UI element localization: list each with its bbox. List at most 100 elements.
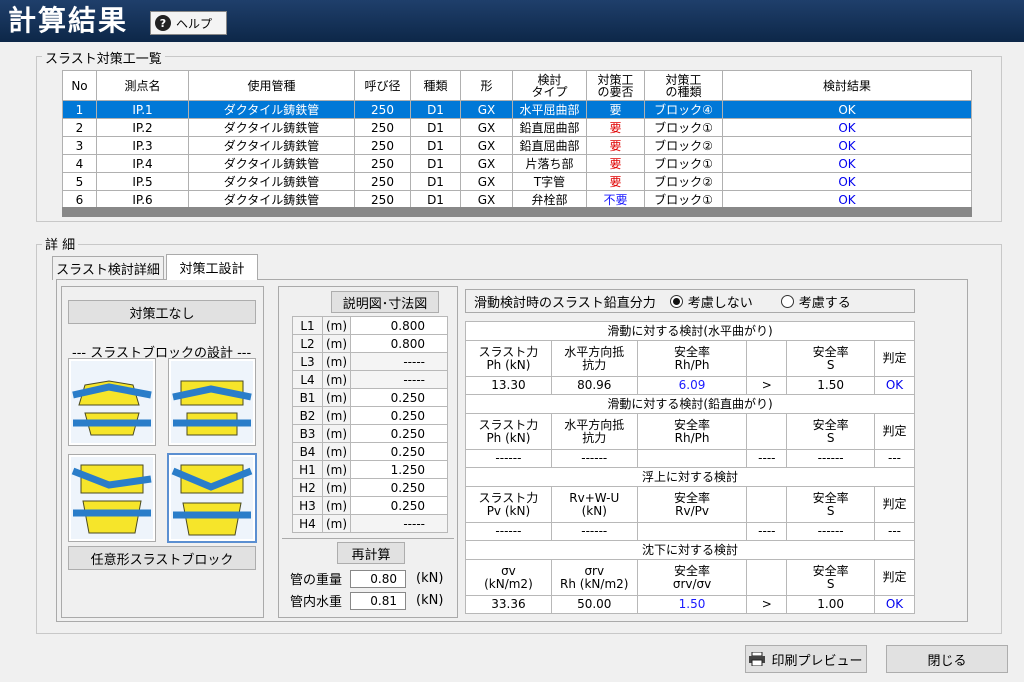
table-cell: ブロック② <box>644 136 723 155</box>
check-col-header <box>746 413 788 450</box>
table-cell: 250 <box>354 118 411 137</box>
check-section-row: 沈下に対する検討 <box>465 540 915 560</box>
dimension-name: L4 <box>292 370 323 389</box>
check-value: 50.00 <box>550 595 638 614</box>
diagram-button[interactable]: 説明図･寸法図 <box>331 291 439 313</box>
check-value: ------ <box>550 522 638 541</box>
water-weight-unit: (kN) <box>416 593 444 608</box>
table-cell: ダクタイル鋳鉄管 <box>188 154 355 173</box>
table-cell: 要 <box>586 172 645 191</box>
no-measure-button[interactable]: 対策工なし <box>68 300 256 324</box>
dimension-value[interactable]: 0.250 <box>350 406 448 425</box>
pipe-weight-field[interactable]: 0.80 <box>350 569 407 588</box>
check-value: 6.09 <box>636 376 748 395</box>
dimension-unit: (m) <box>322 334 351 353</box>
print-preview-button[interactable]: 印刷プレビュー <box>745 645 867 673</box>
dimension-row: B4 (m) 0.250 <box>292 442 448 461</box>
list-col-header: 検討 タイプ <box>512 70 587 101</box>
table-cell: 要 <box>586 118 645 137</box>
check-results-table: 滑動に対する検討(水平曲がり) スラスト力 Ph (kN) 水平方向抵 抗力 安全率 … <box>465 321 915 614</box>
dimension-unit: (m) <box>322 442 351 461</box>
dimension-row: B2 (m) 0.250 <box>292 406 448 425</box>
block-option-2[interactable] <box>168 358 256 446</box>
detail-group-label: 詳 細 <box>42 234 79 253</box>
title-bar: 計算結果 ? ヘルプ <box>0 0 1024 42</box>
list-scrollbar[interactable] <box>62 207 972 217</box>
table-cell: 250 <box>354 154 411 173</box>
dimension-unit: (m) <box>322 514 351 533</box>
check-value: ------ <box>465 449 552 468</box>
dimension-value[interactable]: 1.250 <box>350 460 448 479</box>
table-cell: ダクタイル鋳鉄管 <box>188 118 355 137</box>
dimension-value[interactable]: 0.250 <box>350 442 448 461</box>
dimension-name: B1 <box>292 388 323 407</box>
block-option-1[interactable] <box>68 358 156 446</box>
table-row[interactable]: 4 IP.4 ダクタイル鋳鉄管 250 D1 GX 片落ち部要ブロック① OK <box>62 154 972 173</box>
recalc-button[interactable]: 再計算 <box>337 542 405 564</box>
table-cell: 要 <box>586 136 645 155</box>
check-value: 1.50 <box>636 595 748 614</box>
table-cell: ブロック① <box>644 190 723 209</box>
radio-selected-dot <box>672 297 680 305</box>
check-value: OK <box>874 376 915 395</box>
table-cell: GX <box>460 118 513 137</box>
check-col-header <box>746 559 788 596</box>
dimension-name: L3 <box>292 352 323 371</box>
check-col-header: 安全率 σrv/σv <box>636 559 748 596</box>
table-row[interactable]: 5 IP.5 ダクタイル鋳鉄管 250 D1 GX T字管要ブロック② OK <box>62 172 972 191</box>
list-col-header: 検討結果 <box>722 70 972 101</box>
dimension-value[interactable]: 0.800 <box>350 316 448 335</box>
radio-not-consider-circle <box>669 294 683 308</box>
table-cell: D1 <box>410 100 461 119</box>
table-cell: 鉛直屈曲部 <box>512 136 587 155</box>
table-cell: ブロック④ <box>644 100 723 119</box>
dimension-value[interactable]: ----- <box>350 514 448 533</box>
table-cell: D1 <box>410 136 461 155</box>
table-cell: 片落ち部 <box>512 154 587 173</box>
dimension-value[interactable]: ----- <box>350 370 448 389</box>
radio-consider[interactable]: 考慮する <box>780 292 851 311</box>
check-col-header: 安全率 S <box>786 340 876 377</box>
dimension-value[interactable]: 0.250 <box>350 478 448 497</box>
dimension-value[interactable]: ----- <box>350 352 448 371</box>
check-value: > <box>746 376 788 395</box>
table-row[interactable]: 1 IP.1 ダクタイル鋳鉄管 250 D1 GX 水平屈曲部要ブロック④ OK <box>62 100 972 119</box>
dimension-row: H2 (m) 0.250 <box>292 478 448 497</box>
table-row[interactable]: 2 IP.2 ダクタイル鋳鉄管 250 D1 GX 鉛直屈曲部要ブロック① OK <box>62 118 972 137</box>
radio-not-consider[interactable]: 考慮しない <box>669 292 753 311</box>
block-option-3[interactable] <box>68 454 156 542</box>
dimension-value[interactable]: 0.250 <box>350 424 448 443</box>
table-row[interactable]: 3 IP.3 ダクタイル鋳鉄管 250 D1 GX 鉛直屈曲部要ブロック② OK <box>62 136 972 155</box>
measure-list-table[interactable]: No 測点名 使用管種 呼び径 種類形検討 タイプ 対策工 の要否 対策工 の種類 検討結果 … <box>62 70 972 209</box>
water-weight-field[interactable]: 0.81 <box>350 591 407 610</box>
check-col-header: 安全率 S <box>786 486 876 523</box>
check-col-header: 安全率 S <box>786 413 876 450</box>
check-value: ------ <box>786 522 876 541</box>
check-value: 13.30 <box>465 376 552 395</box>
table-cell: 250 <box>354 136 411 155</box>
custom-block-button[interactable]: 任意形スラストブロック <box>68 546 256 570</box>
close-button[interactable]: 閉じる <box>886 645 1008 673</box>
tab-measure-design[interactable]: 対策工設計 <box>166 254 258 280</box>
dimension-name: B4 <box>292 442 323 461</box>
check-col-header: 判定 <box>874 559 915 596</box>
help-button[interactable]: ? ヘルプ <box>150 11 227 35</box>
dimension-value[interactable]: 0.800 <box>350 334 448 353</box>
printer-icon <box>749 652 766 666</box>
check-col-header: 安全率 Rh/Ph <box>636 413 748 450</box>
check-col-header: 安全率 S <box>786 559 876 596</box>
check-value: ------ <box>465 522 552 541</box>
dimension-unit: (m) <box>322 460 351 479</box>
check-value: 1.50 <box>786 376 876 395</box>
dimension-value[interactable]: 0.250 <box>350 388 448 407</box>
tab-thrust-detail[interactable]: スラスト検討詳細 <box>52 256 164 280</box>
check-value <box>636 522 748 541</box>
table-cell: 1 <box>62 100 97 119</box>
table-cell: OK <box>722 118 972 137</box>
table-cell: D1 <box>410 118 461 137</box>
table-row[interactable]: 6 IP.6 ダクタイル鋳鉄管 250 D1 GX 弁栓部 不要 ブロック① OK <box>62 190 972 209</box>
dimension-unit: (m) <box>322 424 351 443</box>
block-option-4[interactable] <box>167 453 257 543</box>
table-cell: 要 <box>586 100 645 119</box>
dimension-value[interactable]: 0.250 <box>350 496 448 515</box>
